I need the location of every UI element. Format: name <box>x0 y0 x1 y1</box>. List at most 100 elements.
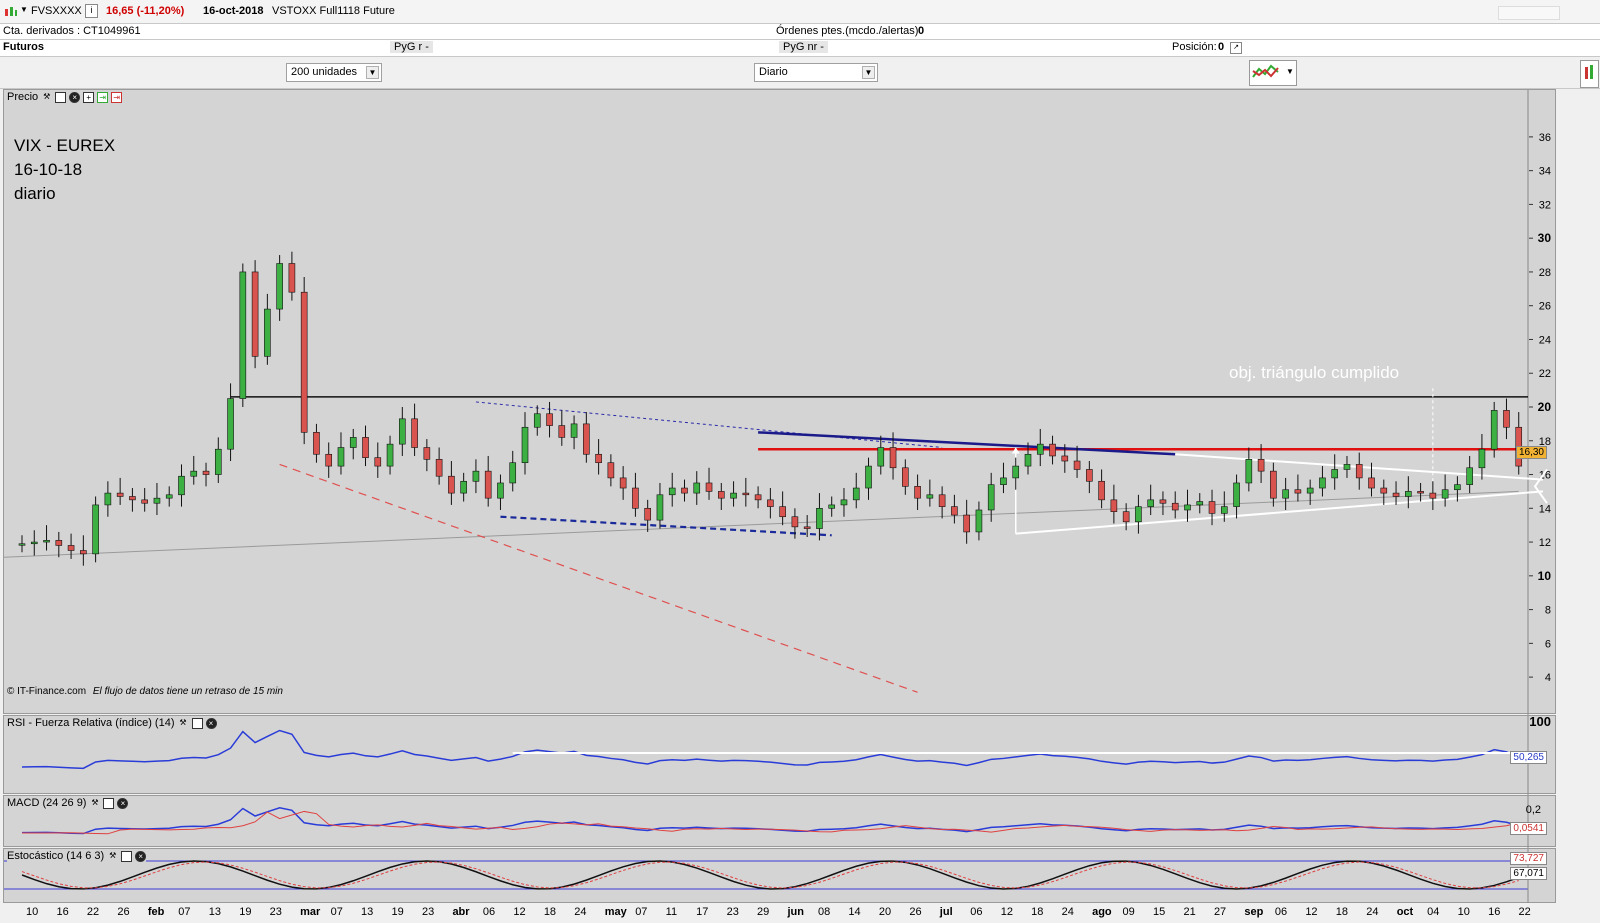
chart-type-button[interactable]: ▼ <box>1249 60 1297 86</box>
note-line-1: VIX - EUREX <box>14 136 116 155</box>
x-tick-label: 08 <box>817 906 831 918</box>
y-tick-label: 12 <box>1539 537 1551 549</box>
candle-body <box>1355 464 1363 479</box>
x-tick-label: sep <box>1244 906 1264 918</box>
wrench-icon[interactable]: ⚒ <box>107 851 118 862</box>
add-indicator-icon[interactable]: + <box>83 91 95 103</box>
symbol-dropdown-icon[interactable]: ▼ <box>20 5 28 14</box>
stoch-panel-title: Estocástico (14 6 3) <box>7 850 105 862</box>
pyg-r-label: PyG r - <box>390 41 433 53</box>
maximize-icon[interactable] <box>191 717 203 729</box>
symbol-label[interactable]: FVSXXXX <box>31 5 82 17</box>
chevron-down-icon[interactable]: ▼ <box>1286 67 1294 76</box>
position-value: 0 <box>1218 41 1225 53</box>
triangle-annotation: obj. triángulo cumplido <box>1229 363 1400 382</box>
units-select[interactable]: 200 unidades ▼ <box>286 63 382 82</box>
candle-body <box>55 540 63 546</box>
macd-badge: 0,0541 <box>1510 822 1547 835</box>
candle-body <box>411 418 418 448</box>
price-panel-title: Precio <box>7 91 39 103</box>
x-tick-label: abr <box>452 906 470 918</box>
wrench-icon[interactable]: ⚒ <box>89 798 100 809</box>
x-tick-label: 06 <box>970 906 983 918</box>
x-axis: 10 16 22 26 feb 07 13 19 23 mar 07 13 19 23 abr 06 12 18 2… <box>0 903 1600 923</box>
candle-body <box>1110 499 1118 512</box>
maximize-icon[interactable] <box>103 797 115 809</box>
pyg-nr-label: PyG nr - <box>779 41 828 53</box>
x-tick-label: 22 <box>86 906 100 918</box>
close-icon[interactable]: × <box>135 850 147 862</box>
chevron-down-icon[interactable]: ▼ <box>366 66 379 79</box>
x-axis-labels: 10 16 22 26 feb 07 13 19 23 mar 07 13 19 23 abr 06 12 18 2… <box>0 903 1560 923</box>
x-tick-label: 27 <box>1213 906 1227 918</box>
y-tick-label: 30 <box>1538 231 1552 245</box>
candle-body <box>288 263 296 293</box>
macd-chart <box>21 796 1529 848</box>
chart-type-icon <box>1252 64 1279 78</box>
x-tick-label: 07 <box>178 906 191 918</box>
candle-body <box>1319 477 1326 489</box>
title-bar: ▼ FVSXXXX i 16,65 (-11,20%) 16-oct-2018 … <box>0 0 1600 24</box>
maximize-icon[interactable] <box>121 850 133 862</box>
x-tick-label: 06 <box>1274 906 1288 918</box>
support-dashed-line <box>500 515 832 537</box>
candle-body <box>80 550 87 555</box>
long-term-support <box>4 490 1519 558</box>
period-select[interactable]: Diario ▼ <box>754 63 878 82</box>
chevron-down-icon[interactable]: ▼ <box>862 66 875 79</box>
candle-body <box>521 426 529 464</box>
x-tick-label: feb <box>147 906 165 918</box>
candle-body <box>325 453 333 467</box>
candle-body <box>509 462 517 484</box>
close-icon[interactable]: × <box>205 717 217 729</box>
triangle-lower-line <box>1015 490 1544 535</box>
candle-body <box>595 453 602 464</box>
instrument-name: VSTOXX Full1118 Future <box>272 5 395 17</box>
candle-body <box>1429 492 1437 499</box>
wrench-icon[interactable]: ⚒ <box>178 718 189 729</box>
position-detail-icon[interactable]: ↗ <box>1230 42 1242 54</box>
price-panel: 36 34 32 30 28 26 24 22 20 18 16 14 12 10 8 6 4 Precio ⚒… <box>3 89 1556 715</box>
resistance-dotted-line <box>475 401 943 449</box>
candle-body <box>914 486 921 499</box>
export-icon[interactable]: ⇥ <box>97 91 109 103</box>
candle-body <box>1122 511 1130 523</box>
pending-orders-value: 0 <box>918 25 925 37</box>
data-credit: © IT-Finance.com El flujo de datos tiene… <box>7 686 283 697</box>
candle-body <box>202 470 210 475</box>
sidebar-toggle-icon[interactable] <box>1580 60 1599 88</box>
close-icon[interactable]: × <box>117 797 129 809</box>
candle-body <box>178 475 185 496</box>
close-icon[interactable]: × <box>69 91 81 103</box>
candle-body <box>1466 467 1473 485</box>
candle-body <box>705 482 713 492</box>
candle-body <box>951 506 958 516</box>
candle-body <box>791 516 799 528</box>
candle-body <box>877 447 885 467</box>
candle-body <box>435 459 443 477</box>
delete-icon[interactable]: ⇥ <box>111 91 123 103</box>
candle-body <box>104 492 112 506</box>
wrench-icon[interactable]: ⚒ <box>41 92 52 103</box>
candle-chart-icon[interactable] <box>4 6 18 18</box>
x-tick-label: 23 <box>726 906 739 918</box>
candle-body <box>1000 477 1007 485</box>
candle-body <box>828 504 836 509</box>
candle-body <box>742 492 750 496</box>
candle-body <box>1061 455 1069 462</box>
x-tick-label: 29 <box>757 906 770 918</box>
window-menu-icon[interactable] <box>1498 6 1560 20</box>
x-tick-label: 09 <box>1122 906 1135 918</box>
candle-body <box>1368 477 1375 489</box>
maximize-icon[interactable] <box>55 91 67 103</box>
x-tick-label: 15 <box>1153 906 1166 918</box>
candle-body <box>975 509 983 533</box>
stoch-panel: Estocástico (14 6 3) ⚒ × 73,727 67,071 <box>3 848 1556 904</box>
info-icon[interactable]: i <box>85 4 98 18</box>
candle-body <box>1306 487 1314 494</box>
note-line-2: 16-10-18 <box>14 160 83 179</box>
candle-body <box>840 499 848 506</box>
y-tick-label: 34 <box>1539 166 1551 178</box>
x-tick-label: 19 <box>391 906 404 918</box>
x-tick-label: 10 <box>26 906 39 918</box>
